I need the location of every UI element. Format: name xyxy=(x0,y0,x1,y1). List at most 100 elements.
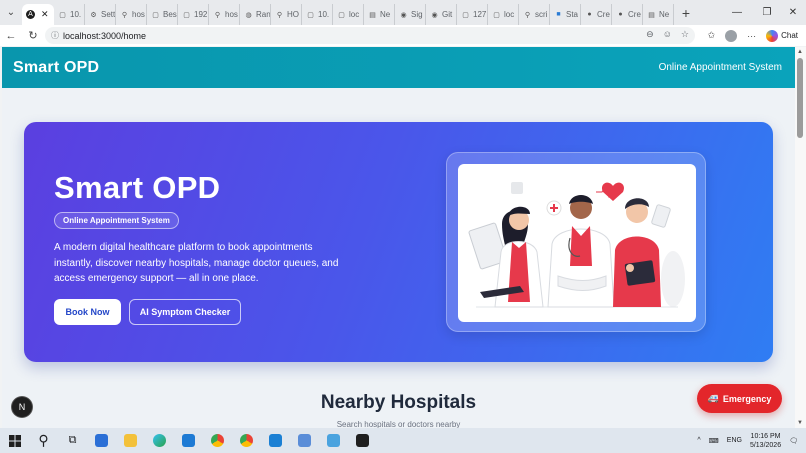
bookmark-star-icon[interactable]: ☆ xyxy=(681,29,689,40)
header-subtitle: Online Appointment System xyxy=(658,62,782,73)
browser-tab[interactable]: ◉ Git xyxy=(426,4,457,25)
browser-tab-label: 10. xyxy=(70,10,82,19)
browser-tab[interactable]: ● Cre xyxy=(612,4,643,25)
notepad-icon[interactable] xyxy=(290,428,319,453)
edge-icon[interactable] xyxy=(145,428,174,453)
book-now-button[interactable]: Book Now xyxy=(54,299,121,325)
circle-icon: ● xyxy=(587,11,592,18)
ai-symptom-checker-button[interactable]: AI Symptom Checker xyxy=(129,299,241,325)
nextjs-dev-badge[interactable]: N xyxy=(12,397,32,417)
hero-image-frame xyxy=(446,152,706,332)
file-explorer-icon[interactable] xyxy=(116,428,145,453)
gear-icon: ⚙ xyxy=(90,11,97,19)
browser-tab[interactable]: ⚲ hos xyxy=(116,4,147,25)
minimize-icon[interactable]: — xyxy=(722,0,752,25)
page-icon: ▢ xyxy=(307,11,314,19)
favorites-icon[interactable]: ✩ xyxy=(708,30,716,41)
browser-tab[interactable]: ⚲ HO xyxy=(271,4,302,25)
ambulance-icon: 🚑 xyxy=(707,393,719,403)
task-view-icon[interactable]: ⧉ xyxy=(58,428,87,453)
chrome-profile-icon[interactable] xyxy=(232,428,261,453)
browser-tab-label: Ran xyxy=(256,10,271,19)
scroll-down-icon[interactable]: ▼ xyxy=(797,420,803,426)
browser-tab[interactable]: ▤ Ne xyxy=(643,4,674,25)
newtab-icon: ▤ xyxy=(648,11,655,19)
browser-tab[interactable]: ▢ 10. xyxy=(54,4,85,25)
profile-avatar[interactable] xyxy=(725,29,738,42)
browser-tab[interactable]: ▢ Bes xyxy=(147,4,178,25)
system-tray: ^ ⌨ ENG 10:16 PM 5/13/2026 🗨 xyxy=(697,428,806,453)
browser-tab[interactable]: ⚲ scri xyxy=(519,4,550,25)
extension-icon[interactable]: ☺ xyxy=(663,29,672,40)
windows-start-icon[interactable] xyxy=(0,428,29,453)
doctors-illustration-svg xyxy=(468,182,685,308)
circle-icon: ● xyxy=(618,11,623,18)
browser-tab[interactable]: ■ Sta xyxy=(550,4,581,25)
browser-tab-label: Cre xyxy=(597,10,610,19)
browser-tab[interactable]: ▤ Ne xyxy=(364,4,395,25)
taskbar-search-icon[interactable]: ⚲ xyxy=(29,428,58,453)
browser-tab-label: Sta xyxy=(566,10,579,19)
browser-tab-strip: ⌄ A ✕ ▢ 10. ⚙ Sett ⚲ hos ▢ Bes ▢ 192 ⚲ hos ◍ Ran ⚲ HO ▢ 10.… xyxy=(0,0,806,25)
language-indicator[interactable]: ENG xyxy=(727,437,742,444)
browser-tab[interactable]: ▢ 10. xyxy=(302,4,333,25)
browser-tab-label: loc xyxy=(349,10,360,19)
copilot-icon xyxy=(766,29,779,42)
windows-taskbar: ⚲ ⧉ ^ ⌨ ENG 10:16 PM 5/13/2026 🗨 xyxy=(0,428,806,453)
page-icon: ▢ xyxy=(152,11,159,19)
brand-logo[interactable]: Smart OPD xyxy=(13,59,99,77)
scroll-thumb[interactable] xyxy=(797,58,803,138)
globe-icon: ◍ xyxy=(245,11,252,19)
address-bar[interactable]: ⓘ localhost:3000/home ⊖ ☺ ☆ xyxy=(45,27,695,44)
github-icon: ◉ xyxy=(400,11,407,19)
github-icon: ◉ xyxy=(431,11,438,19)
browser-tab[interactable]: ● Cre xyxy=(581,4,612,25)
browser-tab[interactable]: ⚙ Sett xyxy=(85,4,116,25)
tray-chevron-icon[interactable]: ^ xyxy=(697,437,700,444)
hero-banner: Smart OPD Online Appointment System A mo… xyxy=(24,122,773,362)
chat-label: Chat xyxy=(781,31,798,40)
site-info-icon[interactable]: ⓘ xyxy=(51,30,63,41)
browser-toolbar: ← ↻ ⓘ localhost:3000/home ⊖ ☺ ☆ ✩ ··· Ch… xyxy=(0,25,806,46)
emergency-button[interactable]: 🚑 Emergency xyxy=(697,384,782,413)
scroll-up-icon[interactable]: ▲ xyxy=(797,49,803,55)
browser-tab[interactable]: ◍ Ran xyxy=(240,4,271,25)
chrome-icon[interactable] xyxy=(203,428,232,453)
vscode-icon[interactable] xyxy=(261,428,290,453)
browser-tab[interactable]: ▢ loc xyxy=(333,4,364,25)
back-icon[interactable]: ← xyxy=(0,30,22,42)
store-icon[interactable] xyxy=(87,428,116,453)
search-icon: ⚲ xyxy=(276,11,283,19)
page-icon: ▢ xyxy=(338,11,345,19)
notification-icon[interactable]: 🗨 xyxy=(789,437,798,445)
browser-tab-label: HO xyxy=(287,10,299,19)
browser-tab[interactable]: ⚲ hos xyxy=(209,4,240,25)
browser-tab[interactable]: ▢ 127 xyxy=(457,4,488,25)
page-scrollbar[interactable]: ▲ ▼ xyxy=(795,47,806,428)
mail-icon[interactable] xyxy=(174,428,203,453)
browser-tab[interactable]: ▢ loc xyxy=(488,4,519,25)
clock[interactable]: 10:16 PM 5/13/2026 xyxy=(750,432,781,450)
keyboard-icon[interactable]: ⌨ xyxy=(709,437,719,445)
browser-tab-label: hos xyxy=(225,10,238,19)
browser-tab-label: Ne xyxy=(659,10,670,19)
browser-tab[interactable]: ▢ 192 xyxy=(178,4,209,25)
more-menu-icon[interactable]: ··· xyxy=(747,31,756,41)
tab-search-icon[interactable]: ⌄ xyxy=(0,0,22,25)
chat-button[interactable]: Chat xyxy=(766,29,798,42)
browser-tab[interactable]: A ✕ xyxy=(22,4,54,25)
reload-icon[interactable]: ↻ xyxy=(22,29,44,42)
search-icon: ⚲ xyxy=(121,11,128,19)
zoom-icon[interactable]: ⊖ xyxy=(646,29,654,40)
new-tab-button[interactable]: + xyxy=(676,5,696,21)
search-icon: ⚲ xyxy=(524,11,531,19)
browser-tab[interactable]: ◉ Sig xyxy=(395,4,426,25)
hero-badge: Online Appointment System xyxy=(54,212,179,229)
tab-close-icon[interactable]: ✕ xyxy=(41,9,49,20)
browser-tab-label: Sig xyxy=(411,10,423,19)
window-close-icon[interactable]: ✕ xyxy=(778,0,806,25)
doctors-illustration xyxy=(458,164,696,322)
app-icon[interactable] xyxy=(348,428,377,453)
emergency-label: Emergency xyxy=(722,393,772,404)
terminal-icon[interactable] xyxy=(319,428,348,453)
